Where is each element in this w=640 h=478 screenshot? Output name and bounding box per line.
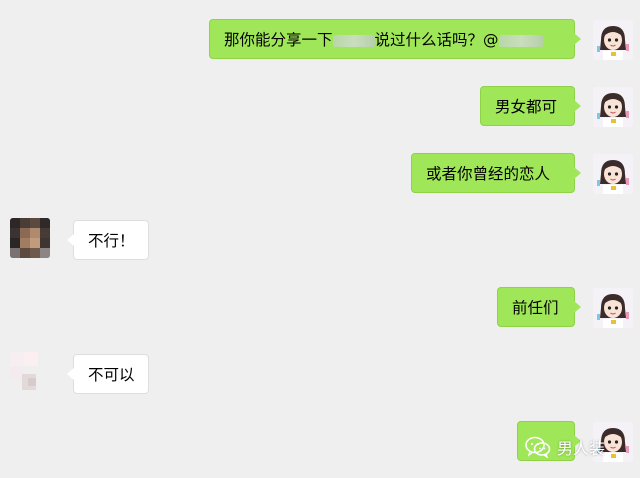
message-text: 男女都可	[495, 98, 558, 116]
cartoon-girl-avatar-icon	[593, 154, 633, 194]
my-avatar[interactable]	[593, 20, 633, 60]
message-bubble-outgoing[interactable]: 那你能分享一下 说过什么话吗？@	[209, 19, 581, 59]
censored-mention-blur	[498, 34, 543, 47]
wechat-icon	[525, 436, 551, 458]
contact-avatar[interactable]	[10, 352, 50, 392]
cartoon-girl-avatar-icon	[593, 20, 633, 60]
message-text: 说过什么话吗？@	[374, 31, 499, 49]
cartoon-girl-avatar-icon	[593, 87, 633, 127]
message-text: 那你能分享一下	[224, 31, 333, 49]
pixelated-avatar-icon	[10, 352, 50, 392]
cartoon-girl-avatar-icon	[593, 288, 633, 328]
my-avatar[interactable]	[593, 154, 633, 194]
censored-name-blur	[332, 34, 375, 47]
message-bubble-outgoing[interactable]: 前任们	[497, 287, 581, 327]
contact-avatar[interactable]	[10, 218, 50, 258]
message-text: 或者你曾经的恋人	[426, 165, 551, 183]
message-text: 不行！	[88, 232, 135, 250]
message-bubble-outgoing[interactable]: 或者你曾经的恋人	[411, 153, 581, 193]
my-avatar[interactable]	[593, 288, 633, 328]
pixelated-avatar-icon	[10, 218, 50, 258]
message-bubble-incoming[interactable]: 不可以	[67, 354, 149, 394]
my-avatar[interactable]	[593, 87, 633, 127]
chat-window: 那你能分享一下 说过什么话吗？@ 男女都可 或者你曾经的恋人 不行！ 前任们 不…	[0, 0, 640, 478]
message-bubble-outgoing[interactable]: 男女都可	[480, 86, 581, 126]
message-text: 前任们	[512, 299, 559, 317]
message-bubble-incoming[interactable]: 不行！	[67, 220, 149, 260]
watermark: 男人装	[525, 434, 605, 460]
message-text: 不可以	[88, 366, 135, 384]
watermark-text: 男人装	[557, 439, 606, 458]
